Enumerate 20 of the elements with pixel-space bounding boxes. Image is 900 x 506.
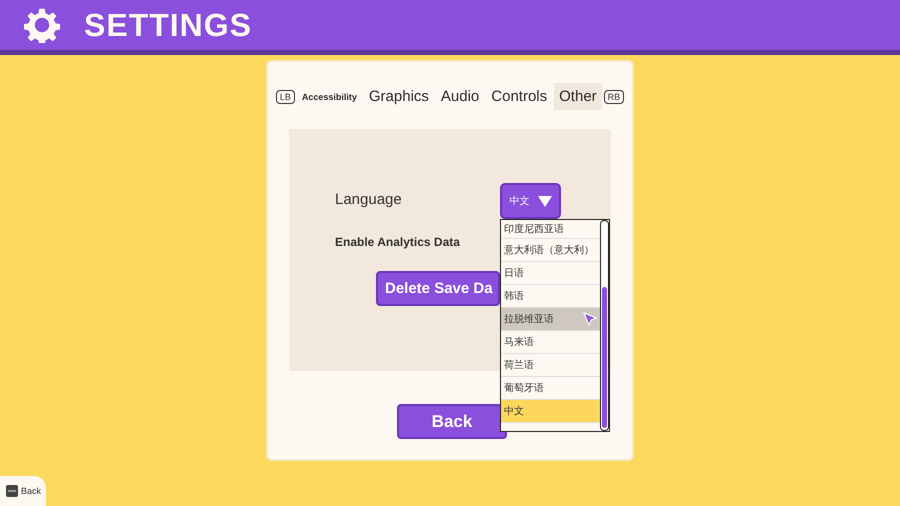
page-title: SETTINGS	[84, 6, 252, 44]
tab[interactable]: Other	[554, 83, 602, 110]
tab[interactable]: Controls	[486, 83, 552, 110]
scrollbar[interactable]	[600, 220, 609, 431]
language-dropdown[interactable]: 中文	[500, 183, 561, 219]
dropdown-option[interactable]: 中文	[501, 400, 600, 423]
gear-icon	[24, 7, 60, 43]
tab[interactable]: Accessibility	[296, 83, 362, 110]
lb-hint: LB	[276, 90, 295, 104]
delete-save-button[interactable]: Delete Save Da	[376, 271, 500, 306]
back-hint: Back	[21, 486, 42, 496]
setting-label: Language	[335, 191, 402, 208]
cursor-icon	[583, 312, 597, 326]
setting-label: Enable Analytics Data	[335, 235, 460, 249]
rb-hint: RB	[604, 90, 624, 104]
tab[interactable]: Graphics	[364, 83, 434, 110]
key-icon	[6, 485, 18, 497]
caret-icon	[538, 196, 552, 206]
dropdown-option[interactable]: 拉脱维亚语	[501, 308, 600, 331]
tab[interactable]: Audio	[436, 83, 484, 110]
